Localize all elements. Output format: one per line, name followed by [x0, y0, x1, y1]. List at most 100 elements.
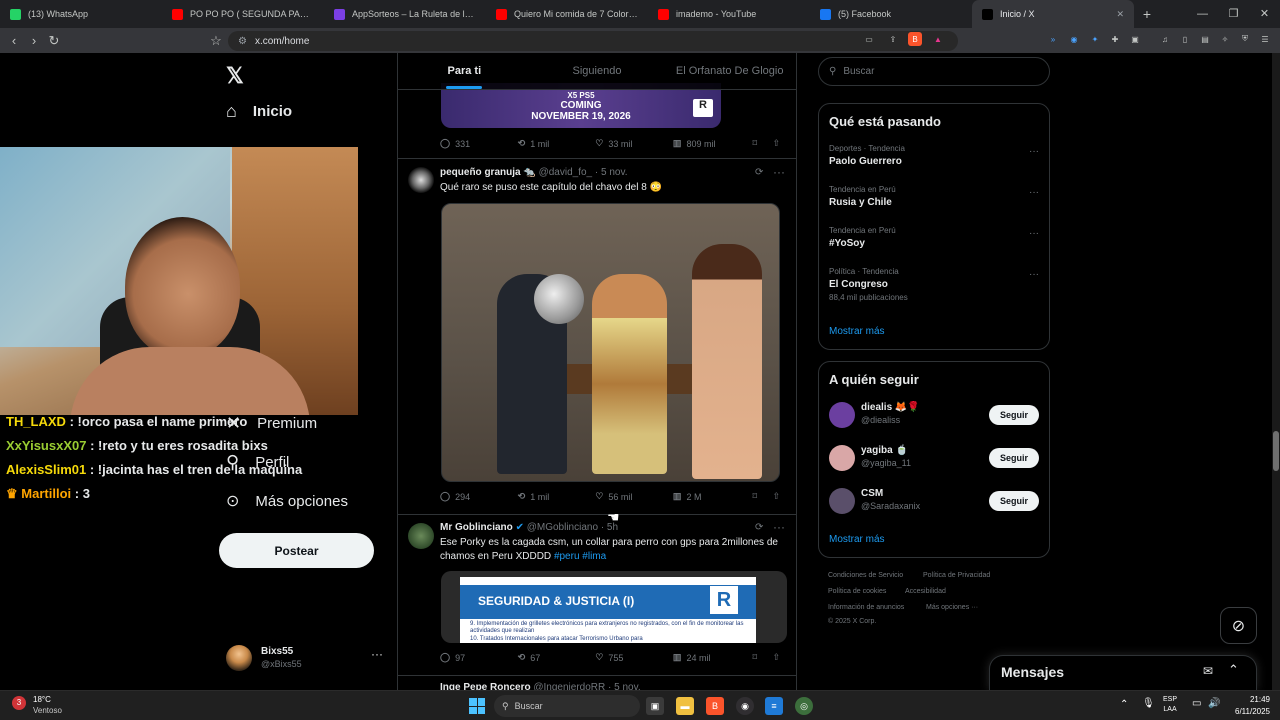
scrollbar-thumb[interactable] [1273, 431, 1279, 471]
avatar[interactable] [829, 402, 855, 428]
author-handle[interactable]: @MGoblinciano [527, 522, 598, 533]
search-input[interactable]: ⚲ Buscar [818, 57, 1050, 86]
trend-more-icon[interactable]: ··· [1029, 228, 1039, 239]
tab-orfanato[interactable]: El Orfanato De Glogio [663, 53, 796, 89]
grok-icon[interactable]: ⟳ [755, 522, 763, 533]
menu-icon[interactable]: ☰ [1258, 32, 1272, 46]
reply-button[interactable]: ◯ 97 [440, 652, 518, 663]
extension-icon-2[interactable]: ◉ [1067, 32, 1081, 46]
share-post-icon[interactable]: ⇧ [772, 491, 780, 502]
footer-link[interactable]: Política de Privacidad [923, 572, 990, 579]
tab-close-icon[interactable]: ✕ [1116, 9, 1124, 20]
browser-tab[interactable]: imademo - YouTube [648, 0, 810, 28]
author-handle[interactable]: @IngenierdoRR [533, 682, 605, 690]
trend-item[interactable]: Deportes · Tendencia Paolo Guerrero [829, 144, 905, 167]
avatar[interactable] [829, 445, 855, 471]
footer-link[interactable]: Más opciones ··· [926, 604, 978, 611]
input-language[interactable]: ESP LAA [1163, 695, 1177, 715]
wallet-icon[interactable]: ▤ [1198, 32, 1212, 46]
vpn-icon[interactable]: ⛨ [1238, 32, 1252, 46]
grok-button[interactable]: ⊘ [1220, 607, 1257, 644]
post-image[interactable]: SEGURIDAD & JUSTICIA (I) R 9. Implementa… [441, 571, 787, 643]
clock[interactable]: 21:49 6/11/2025 [1220, 694, 1270, 718]
minimize-icon[interactable]: — [1187, 0, 1218, 28]
extension-icon-1[interactable]: » [1046, 32, 1060, 46]
author-name[interactable]: Inge Pepe Roncero [440, 682, 531, 690]
forward-icon[interactable]: › [24, 33, 44, 48]
reply-button[interactable]: ◯ 331 [440, 138, 518, 149]
share-post-icon[interactable]: ⇧ [772, 652, 780, 663]
browser-tab[interactable]: (13) WhatsApp [0, 0, 162, 28]
author-handle[interactable]: @david_fo_ [539, 167, 593, 178]
account-switcher[interactable]: Bixs55 @xBixs55 ··· [226, 643, 386, 677]
like-button[interactable]: ♡ 56 mil [595, 491, 673, 502]
display-icon[interactable]: ▭ [1192, 698, 1201, 709]
brave-rewards-icon[interactable]: ▲ [931, 32, 945, 46]
follow-suggestion[interactable]: CSM @Saradaxanix Seguir [829, 488, 1039, 518]
views-button[interactable]: ▥ 2 M [673, 491, 753, 502]
author-name[interactable]: Mr Goblinciano [440, 522, 513, 533]
footer-link[interactable]: Información de anuncios [828, 604, 904, 611]
notepad-icon[interactable]: ≡ [765, 697, 783, 715]
post-menu-icon[interactable]: ··· [773, 165, 785, 179]
task-view-icon[interactable]: ▣ [646, 697, 664, 715]
obs-icon[interactable]: ◉ [736, 697, 754, 715]
post-video[interactable] [441, 203, 780, 482]
weather-widget[interactable]: 3 18°C Ventoso [12, 694, 82, 718]
expand-icon[interactable]: ⌃ [1228, 662, 1239, 678]
post-button[interactable]: Postear [219, 533, 374, 568]
follow-button[interactable]: Seguir [988, 405, 1039, 425]
post-hashtags[interactable]: #peru #lima [554, 551, 606, 562]
share-post-icon[interactable]: ⇧ [772, 138, 780, 149]
footer-link[interactable]: Condiciones de Servicio [828, 572, 903, 579]
maximize-icon[interactable]: ❐ [1218, 0, 1249, 28]
trends-show-more[interactable]: Mostrar más [829, 326, 885, 337]
browser-tab[interactable]: Inicio / X ✕ [972, 0, 1134, 28]
site-info-icon[interactable]: ⚙ [238, 36, 247, 47]
who-show-more[interactable]: Mostrar más [829, 534, 885, 545]
messages-drawer[interactable]: Mensajes ✉ ⌃ [989, 655, 1257, 690]
tab-siguiendo[interactable]: Siguiendo [531, 53, 664, 89]
views-button[interactable]: ▥ 809 mil [673, 138, 753, 149]
avatar[interactable] [829, 488, 855, 514]
post-time[interactable]: · 5 nov. [595, 167, 628, 178]
sidebar-icon[interactable]: ▯ [1178, 32, 1192, 46]
post-chavo[interactable]: pequeño granuja 🐀 @david_fo_ · 5 nov. ⟳ … [398, 159, 796, 514]
reload-icon[interactable]: ↻ [44, 33, 64, 49]
footer-link[interactable]: Accesibilidad [905, 588, 946, 595]
avatar[interactable] [408, 523, 434, 549]
like-button[interactable]: ♡ 755 [595, 652, 673, 663]
app-icon[interactable]: ◎ [795, 697, 813, 715]
follow-button[interactable]: Seguir [988, 491, 1039, 511]
trend-item[interactable]: Tendencia en Perú #YoSoy [829, 226, 896, 249]
extensions-puzzle-icon[interactable]: ✚ [1108, 32, 1122, 46]
repost-button[interactable]: ⟲ 1 mil [518, 491, 596, 502]
grok-icon[interactable]: ⟳ [755, 167, 763, 178]
cast-icon[interactable]: ▭ [862, 32, 876, 46]
x-logo-icon[interactable]: 𝕏 [226, 63, 244, 89]
avatar[interactable] [408, 167, 434, 193]
taskbar-search[interactable]: ⚲ Buscar [494, 695, 640, 717]
extension-icon-3[interactable]: ✦ [1088, 32, 1102, 46]
post-menu-icon[interactable]: ··· [773, 520, 785, 534]
bookmark-post-icon[interactable]: ⌑ [753, 491, 773, 502]
trend-item[interactable]: Política · Tendencia El Congreso 88,4 mil … [829, 267, 908, 302]
new-message-icon[interactable]: ✉ [1203, 664, 1213, 678]
url-field[interactable]: ⚙ x.com/home [228, 31, 958, 51]
bookmark-post-icon[interactable]: ⌑ [753, 652, 773, 663]
browser-tab[interactable]: AppSorteos – La Ruleta de la Suerte [324, 0, 486, 28]
screenshot-icon[interactable]: ▣ [1128, 32, 1142, 46]
account-more-icon[interactable]: ··· [371, 647, 383, 661]
page-scrollbar[interactable] [1272, 53, 1280, 690]
repost-button[interactable]: ⟲ 1 mil [518, 138, 596, 149]
media-icon[interactable]: ♫ [1158, 32, 1172, 46]
trend-more-icon[interactable]: ··· [1029, 269, 1039, 280]
like-button[interactable]: ♡ 33 mil [595, 138, 673, 149]
trend-more-icon[interactable]: ··· [1029, 187, 1039, 198]
microphone-icon[interactable]: 🎙 [1142, 698, 1155, 709]
back-icon[interactable]: ‹ [4, 33, 24, 48]
nav-home[interactable]: ⌂ Inicio [226, 101, 292, 122]
file-explorer-icon[interactable]: ▬ [676, 697, 694, 715]
tray-chevron-icon[interactable]: ⌃ [1120, 699, 1128, 710]
close-window-icon[interactable]: ✕ [1249, 0, 1280, 28]
